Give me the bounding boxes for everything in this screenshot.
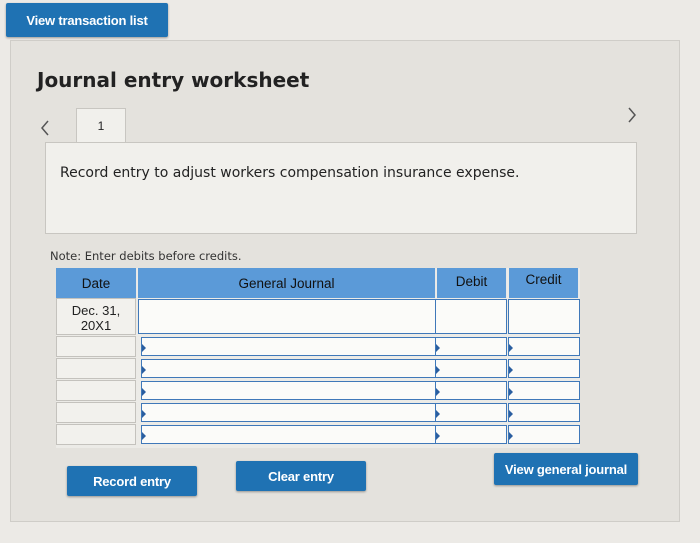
header-date: Date: [56, 268, 137, 298]
credit-input[interactable]: [508, 359, 580, 378]
instruction-box: Record entry to adjust workers compensat…: [45, 142, 637, 234]
date-cell: [56, 336, 136, 357]
credit-input[interactable]: [508, 299, 580, 334]
view-transaction-list-button[interactable]: View transaction list: [6, 3, 168, 37]
journal-table: Date General Journal Debit Credit Dec. 3…: [56, 268, 580, 448]
dropdown-caret-icon: [509, 366, 513, 374]
credit-input[interactable]: [508, 381, 580, 400]
chevron-left-icon[interactable]: [40, 120, 52, 136]
dropdown-caret-icon: [436, 366, 440, 374]
header-debit: Debit: [437, 268, 507, 298]
date-cell: Dec. 31, 20X1: [56, 298, 136, 335]
header-credit: Credit: [509, 268, 579, 298]
dropdown-caret-icon: [142, 388, 146, 396]
date-text: [57, 381, 135, 385]
dropdown-caret-icon: [509, 432, 513, 440]
debit-input[interactable]: [435, 337, 507, 356]
debit-input[interactable]: [435, 403, 507, 422]
dropdown-caret-icon: [436, 388, 440, 396]
chevron-right-icon[interactable]: [627, 107, 639, 123]
instruction-text: Record entry to adjust workers compensat…: [60, 165, 520, 181]
header-general-journal: General Journal: [138, 268, 436, 298]
dropdown-caret-icon: [509, 388, 513, 396]
debit-input[interactable]: [435, 299, 507, 334]
date-cell: [56, 424, 136, 445]
debit-input[interactable]: [435, 359, 507, 378]
view-general-journal-button[interactable]: View general journal: [494, 453, 638, 485]
date-cell: [56, 358, 136, 379]
debit-input[interactable]: [435, 425, 507, 444]
date-cell: [56, 402, 136, 423]
dropdown-caret-icon: [436, 344, 440, 352]
dropdown-caret-icon: [509, 344, 513, 352]
record-entry-button[interactable]: Record entry: [67, 466, 197, 496]
clear-entry-button[interactable]: Clear entry: [236, 461, 366, 491]
dropdown-caret-icon: [142, 344, 146, 352]
date-text: Dec. 31, 20X1: [71, 303, 121, 333]
credit-input[interactable]: [508, 403, 580, 422]
date-text: [57, 425, 135, 429]
debit-input[interactable]: [435, 381, 507, 400]
credit-input[interactable]: [508, 337, 580, 356]
dropdown-caret-icon: [142, 410, 146, 418]
date-text: [57, 359, 135, 363]
dropdown-caret-icon: [436, 432, 440, 440]
dropdown-caret-icon: [142, 366, 146, 374]
dropdown-caret-icon: [436, 410, 440, 418]
note-text: Note: Enter debits before credits.: [50, 249, 242, 263]
date-cell: [56, 380, 136, 401]
worksheet-title: Journal entry worksheet: [37, 68, 310, 92]
tab-1[interactable]: 1: [76, 108, 126, 144]
dropdown-caret-icon: [142, 432, 146, 440]
date-text: [57, 337, 135, 341]
dropdown-caret-icon: [509, 410, 513, 418]
credit-input[interactable]: [508, 425, 580, 444]
date-text: [57, 403, 135, 407]
